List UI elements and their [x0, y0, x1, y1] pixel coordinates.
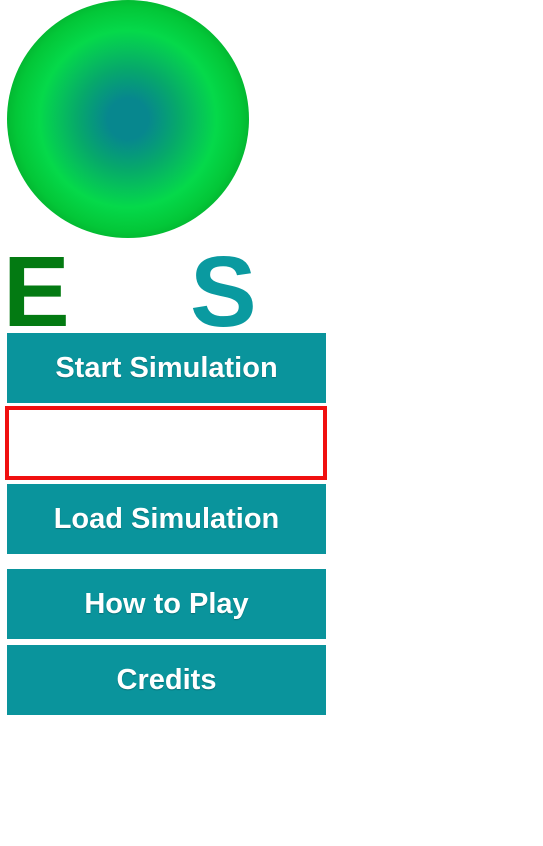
highlighted-empty-button[interactable]	[5, 406, 327, 480]
main-menu-screen: E S Start Simulation Load Simulation How…	[0, 0, 543, 846]
logo-letter-s: S	[190, 236, 257, 348]
how-to-play-button[interactable]: How to Play	[7, 569, 326, 639]
start-simulation-button[interactable]: Start Simulation	[7, 333, 326, 403]
credits-button[interactable]: Credits	[7, 645, 326, 715]
load-simulation-button[interactable]: Load Simulation	[7, 484, 326, 554]
logo-globe-icon	[7, 0, 249, 238]
logo-letter-e: E	[3, 236, 70, 348]
